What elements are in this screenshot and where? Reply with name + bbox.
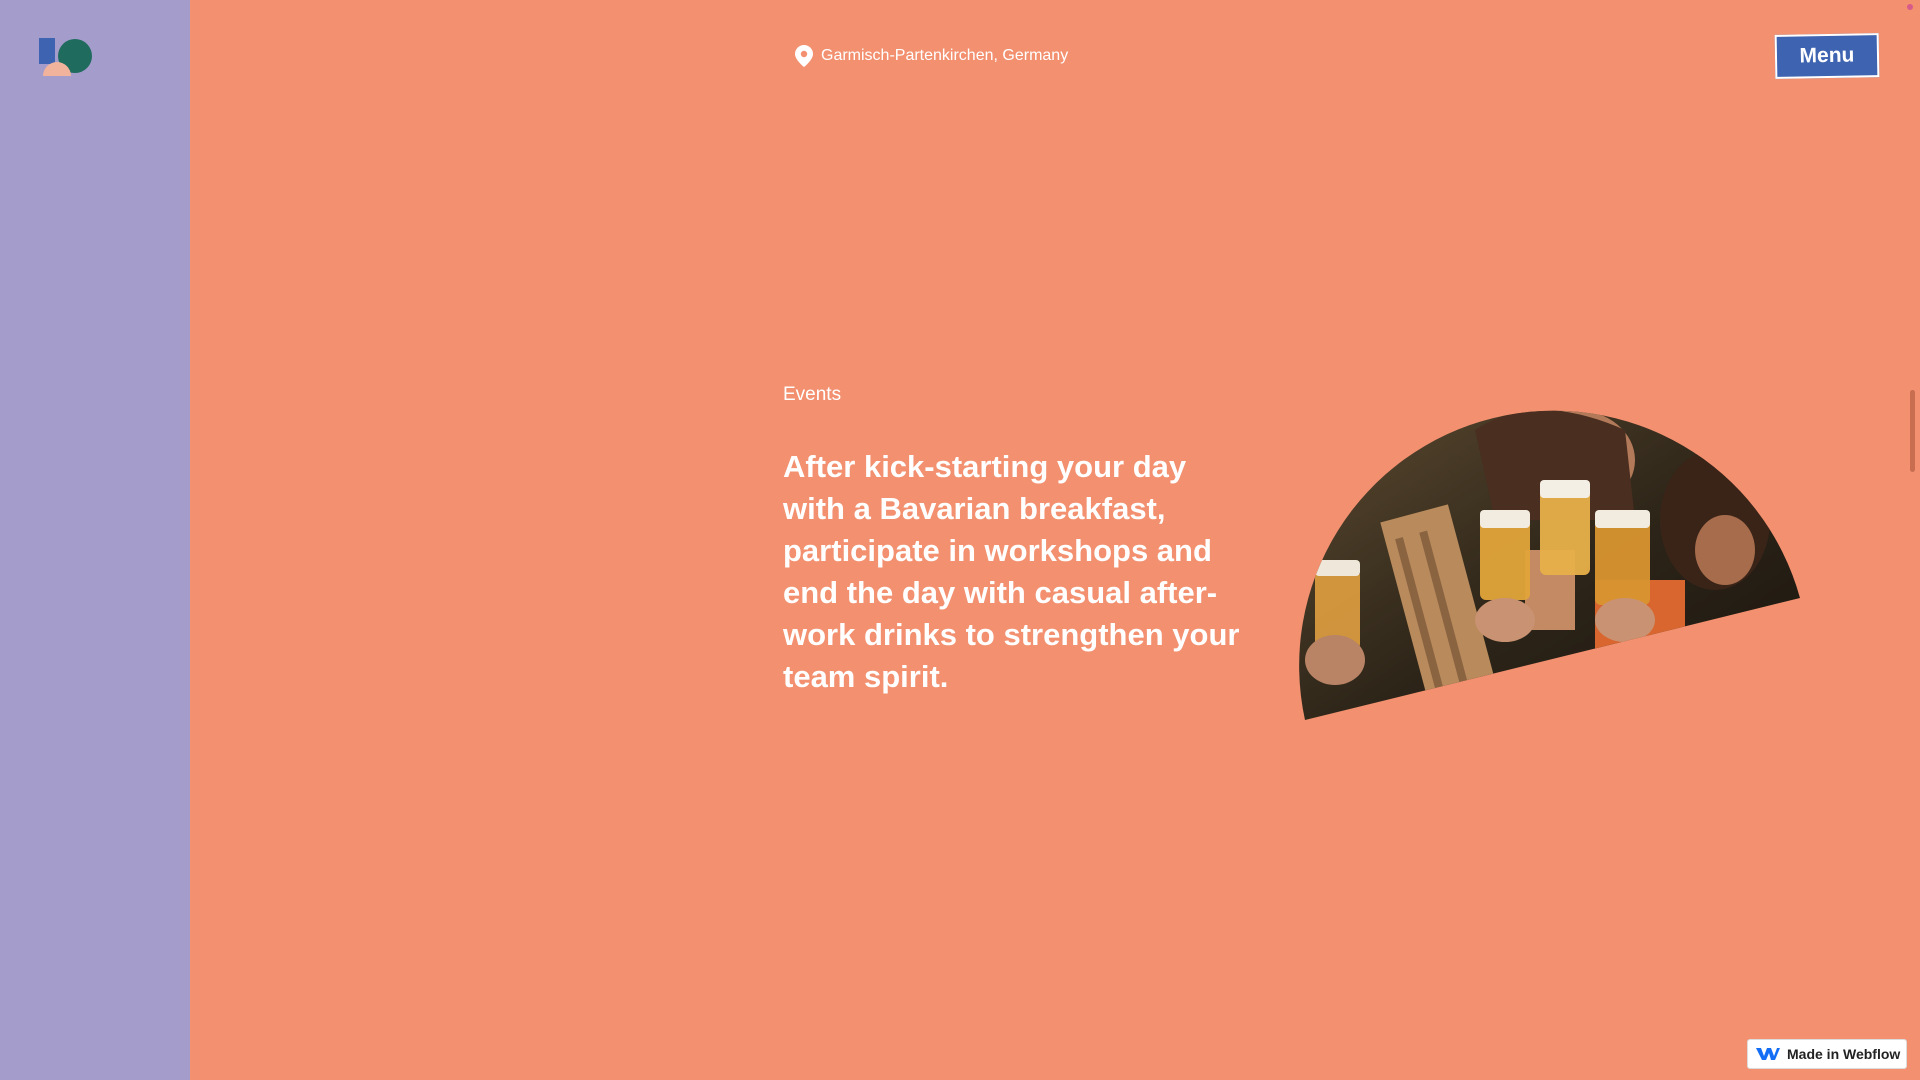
section-headline: After kick-starting your day with a Bava…: [783, 449, 1240, 694]
location-text: Garmisch-Partenkirchen, Germany: [821, 47, 1069, 64]
section-eyebrow: Events: [783, 384, 842, 405]
menu-button-label: Menu: [1799, 43, 1855, 68]
webflow-logo-icon: [1756, 1048, 1780, 1060]
event-photo: [1295, 400, 1805, 730]
sidebar: [0, 0, 190, 1080]
corner-dot: [1907, 4, 1913, 10]
menu-button[interactable]: Menu: [1774, 33, 1880, 79]
brand-logo-icon[interactable]: [39, 38, 93, 76]
scrollbar-thumb[interactable]: [1910, 390, 1915, 472]
page: Garmisch-Partenkirchen, Germany Menu Eve…: [0, 0, 1920, 1080]
made-in-webflow-badge[interactable]: Made in Webflow: [1747, 1039, 1907, 1069]
location-label: Garmisch-Partenkirchen, Germany: [795, 45, 1068, 67]
location-pin-icon: [795, 45, 813, 67]
webflow-badge-label: Made in Webflow: [1787, 1046, 1901, 1062]
